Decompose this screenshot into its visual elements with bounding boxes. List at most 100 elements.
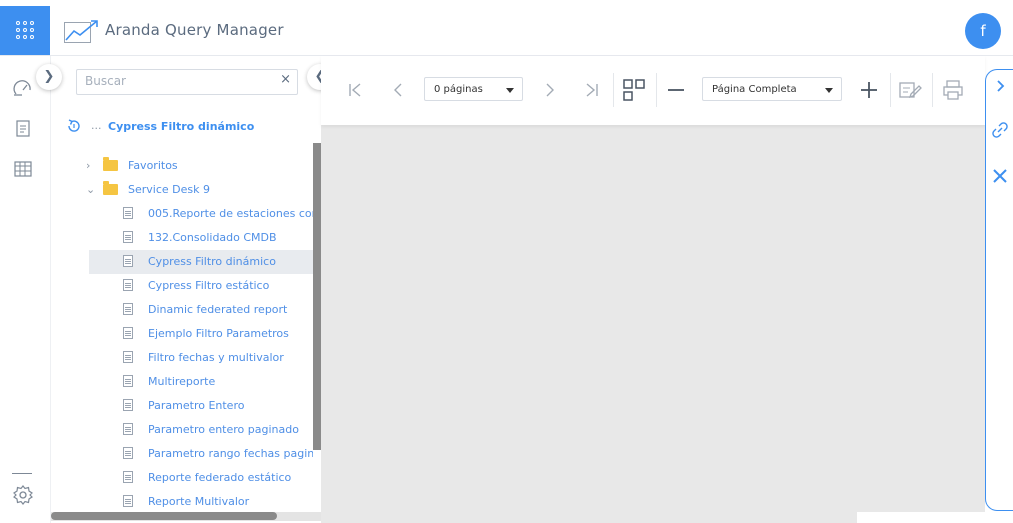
report-file-icon bbox=[123, 351, 133, 363]
thumbnails-button[interactable] bbox=[621, 78, 647, 102]
tree-report-item[interactable]: Ejemplo Filtro Parametros bbox=[51, 322, 313, 346]
horizontal-scrollbar-thumb[interactable] bbox=[51, 512, 277, 520]
first-page-icon bbox=[346, 83, 364, 104]
app-title: Aranda Query Manager bbox=[105, 21, 284, 39]
right-side-panel bbox=[985, 69, 1013, 511]
report-file-icon bbox=[123, 207, 133, 219]
apps-grid-icon bbox=[16, 21, 34, 39]
report-file-icon bbox=[123, 399, 133, 411]
report-label: 005.Reporte de estaciones con s bbox=[148, 207, 313, 220]
tree-report-item[interactable]: 132.Consolidado CMDB bbox=[51, 226, 313, 250]
tree-report-item[interactable]: 005.Reporte de estaciones con s bbox=[51, 202, 313, 226]
tree-report-item[interactable]: Dinamic federated report bbox=[51, 298, 313, 322]
last-page-icon bbox=[583, 83, 601, 104]
apps-menu-button[interactable] bbox=[0, 6, 50, 55]
left-rail bbox=[0, 56, 51, 523]
breadcrumb-current: Cypress Filtro dinámico bbox=[108, 120, 255, 133]
next-page-button[interactable] bbox=[539, 78, 561, 102]
toolbar-divider bbox=[932, 73, 933, 107]
settings-icon[interactable] bbox=[12, 484, 34, 506]
chevron-left-icon bbox=[389, 83, 407, 104]
report-label: Cypress Filtro dinámico bbox=[148, 255, 276, 268]
report-file-icon bbox=[123, 279, 133, 291]
chevron-down-icon[interactable]: ⌄ bbox=[86, 183, 95, 196]
tree-report-item[interactable]: Cypress Filtro estático bbox=[51, 274, 313, 298]
report-label: 132.Consolidado CMDB bbox=[148, 231, 277, 244]
folder-label: Favoritos bbox=[128, 159, 178, 172]
app-logo-icon bbox=[64, 18, 100, 48]
tree-report-item[interactable]: Reporte Multivalor bbox=[51, 490, 313, 512]
tree-folder[interactable]: › Favoritos bbox=[51, 154, 313, 178]
report-label: Cypress Filtro estático bbox=[148, 279, 270, 292]
viewer-toolbar bbox=[321, 56, 985, 125]
tree-report-item[interactable]: Reporte federado estático bbox=[51, 466, 313, 490]
report-file-icon bbox=[123, 375, 133, 387]
pages-select[interactable]: 0 páginas bbox=[424, 77, 523, 101]
chevron-right-icon bbox=[541, 83, 559, 104]
toolbar-divider bbox=[656, 73, 657, 107]
folder-icon bbox=[103, 157, 118, 171]
plus-icon bbox=[859, 82, 879, 105]
sidebar-scrollbar[interactable] bbox=[313, 143, 321, 450]
zoom-out-button[interactable] bbox=[664, 78, 688, 102]
rail-divider bbox=[12, 473, 32, 474]
search-box: × bbox=[76, 69, 298, 95]
caret-down-icon bbox=[825, 88, 833, 93]
search-input[interactable] bbox=[77, 70, 273, 92]
caret-down-icon bbox=[506, 88, 514, 93]
tree-report-item[interactable]: Parametro entero paginado bbox=[51, 418, 313, 442]
tree-report-item[interactable]: Parametro Entero bbox=[51, 394, 313, 418]
report-viewer-canvas bbox=[321, 56, 985, 523]
first-page-button[interactable] bbox=[344, 78, 366, 102]
report-label: Dinamic federated report bbox=[148, 303, 288, 316]
toolbar-divider bbox=[613, 73, 614, 107]
zoom-select-value: Página Completa bbox=[712, 84, 797, 95]
user-avatar[interactable]: f bbox=[965, 13, 1001, 49]
last-page-button[interactable] bbox=[581, 78, 603, 102]
pages-select-value: 0 páginas bbox=[434, 84, 483, 95]
report-label: Multireporte bbox=[148, 375, 216, 388]
tree-folder[interactable]: ⌄ Service Desk 9 bbox=[51, 178, 313, 202]
tree-report-item[interactable]: Parametro rango fechas paginad bbox=[51, 442, 313, 466]
chevron-right-icon: ❯ bbox=[43, 69, 55, 84]
report-tree: › Favoritos ⌄ Service Desk 9 005.Reporte… bbox=[51, 152, 313, 512]
report-label: Filtro fechas y multivalor bbox=[148, 351, 284, 364]
table-icon[interactable] bbox=[12, 158, 34, 180]
report-file-icon bbox=[123, 495, 133, 507]
clear-search-icon[interactable]: × bbox=[280, 72, 291, 87]
report-file-icon bbox=[123, 231, 133, 243]
report-file-icon bbox=[123, 327, 133, 339]
previous-page-button[interactable] bbox=[387, 78, 409, 102]
report-label: Ejemplo Filtro Parametros bbox=[148, 327, 289, 340]
link-icon[interactable] bbox=[991, 121, 1009, 143]
chevron-right-icon[interactable]: › bbox=[86, 159, 90, 172]
tree-report-item[interactable]: Filtro fechas y multivalor bbox=[51, 346, 313, 370]
chevron-right-icon[interactable] bbox=[995, 78, 1007, 97]
report-label: Reporte Multivalor bbox=[148, 495, 250, 508]
edit-icon bbox=[898, 82, 922, 106]
tree-report-item[interactable]: Multireporte bbox=[51, 370, 313, 394]
tree-report-item-selected[interactable]: Cypress Filtro dinámico bbox=[89, 250, 313, 274]
toolbar-divider bbox=[890, 73, 891, 107]
report-icon[interactable] bbox=[12, 118, 34, 140]
zoom-select[interactable]: Página Completa bbox=[702, 77, 842, 101]
folder-icon bbox=[103, 181, 118, 195]
close-icon[interactable] bbox=[992, 168, 1008, 188]
zoom-in-button[interactable] bbox=[857, 78, 881, 102]
expand-rail-button[interactable]: ❯ bbox=[36, 64, 62, 90]
back-icon[interactable] bbox=[66, 118, 82, 138]
minus-icon bbox=[666, 84, 686, 105]
print-icon bbox=[941, 80, 965, 106]
report-file-icon bbox=[123, 255, 133, 267]
report-file-icon bbox=[123, 471, 133, 483]
print-button[interactable] bbox=[940, 78, 966, 102]
dashboard-icon[interactable] bbox=[12, 78, 34, 100]
bottom-strip bbox=[857, 512, 1013, 523]
edit-parameters-button[interactable] bbox=[897, 78, 923, 102]
report-file-icon bbox=[123, 303, 133, 315]
report-label: Parametro entero paginado bbox=[148, 423, 299, 436]
breadcrumb-ellipsis[interactable]: ... bbox=[91, 119, 102, 132]
report-file-icon bbox=[123, 423, 133, 435]
report-label: Reporte federado estático bbox=[148, 471, 292, 484]
report-label: Parametro Entero bbox=[148, 399, 245, 412]
